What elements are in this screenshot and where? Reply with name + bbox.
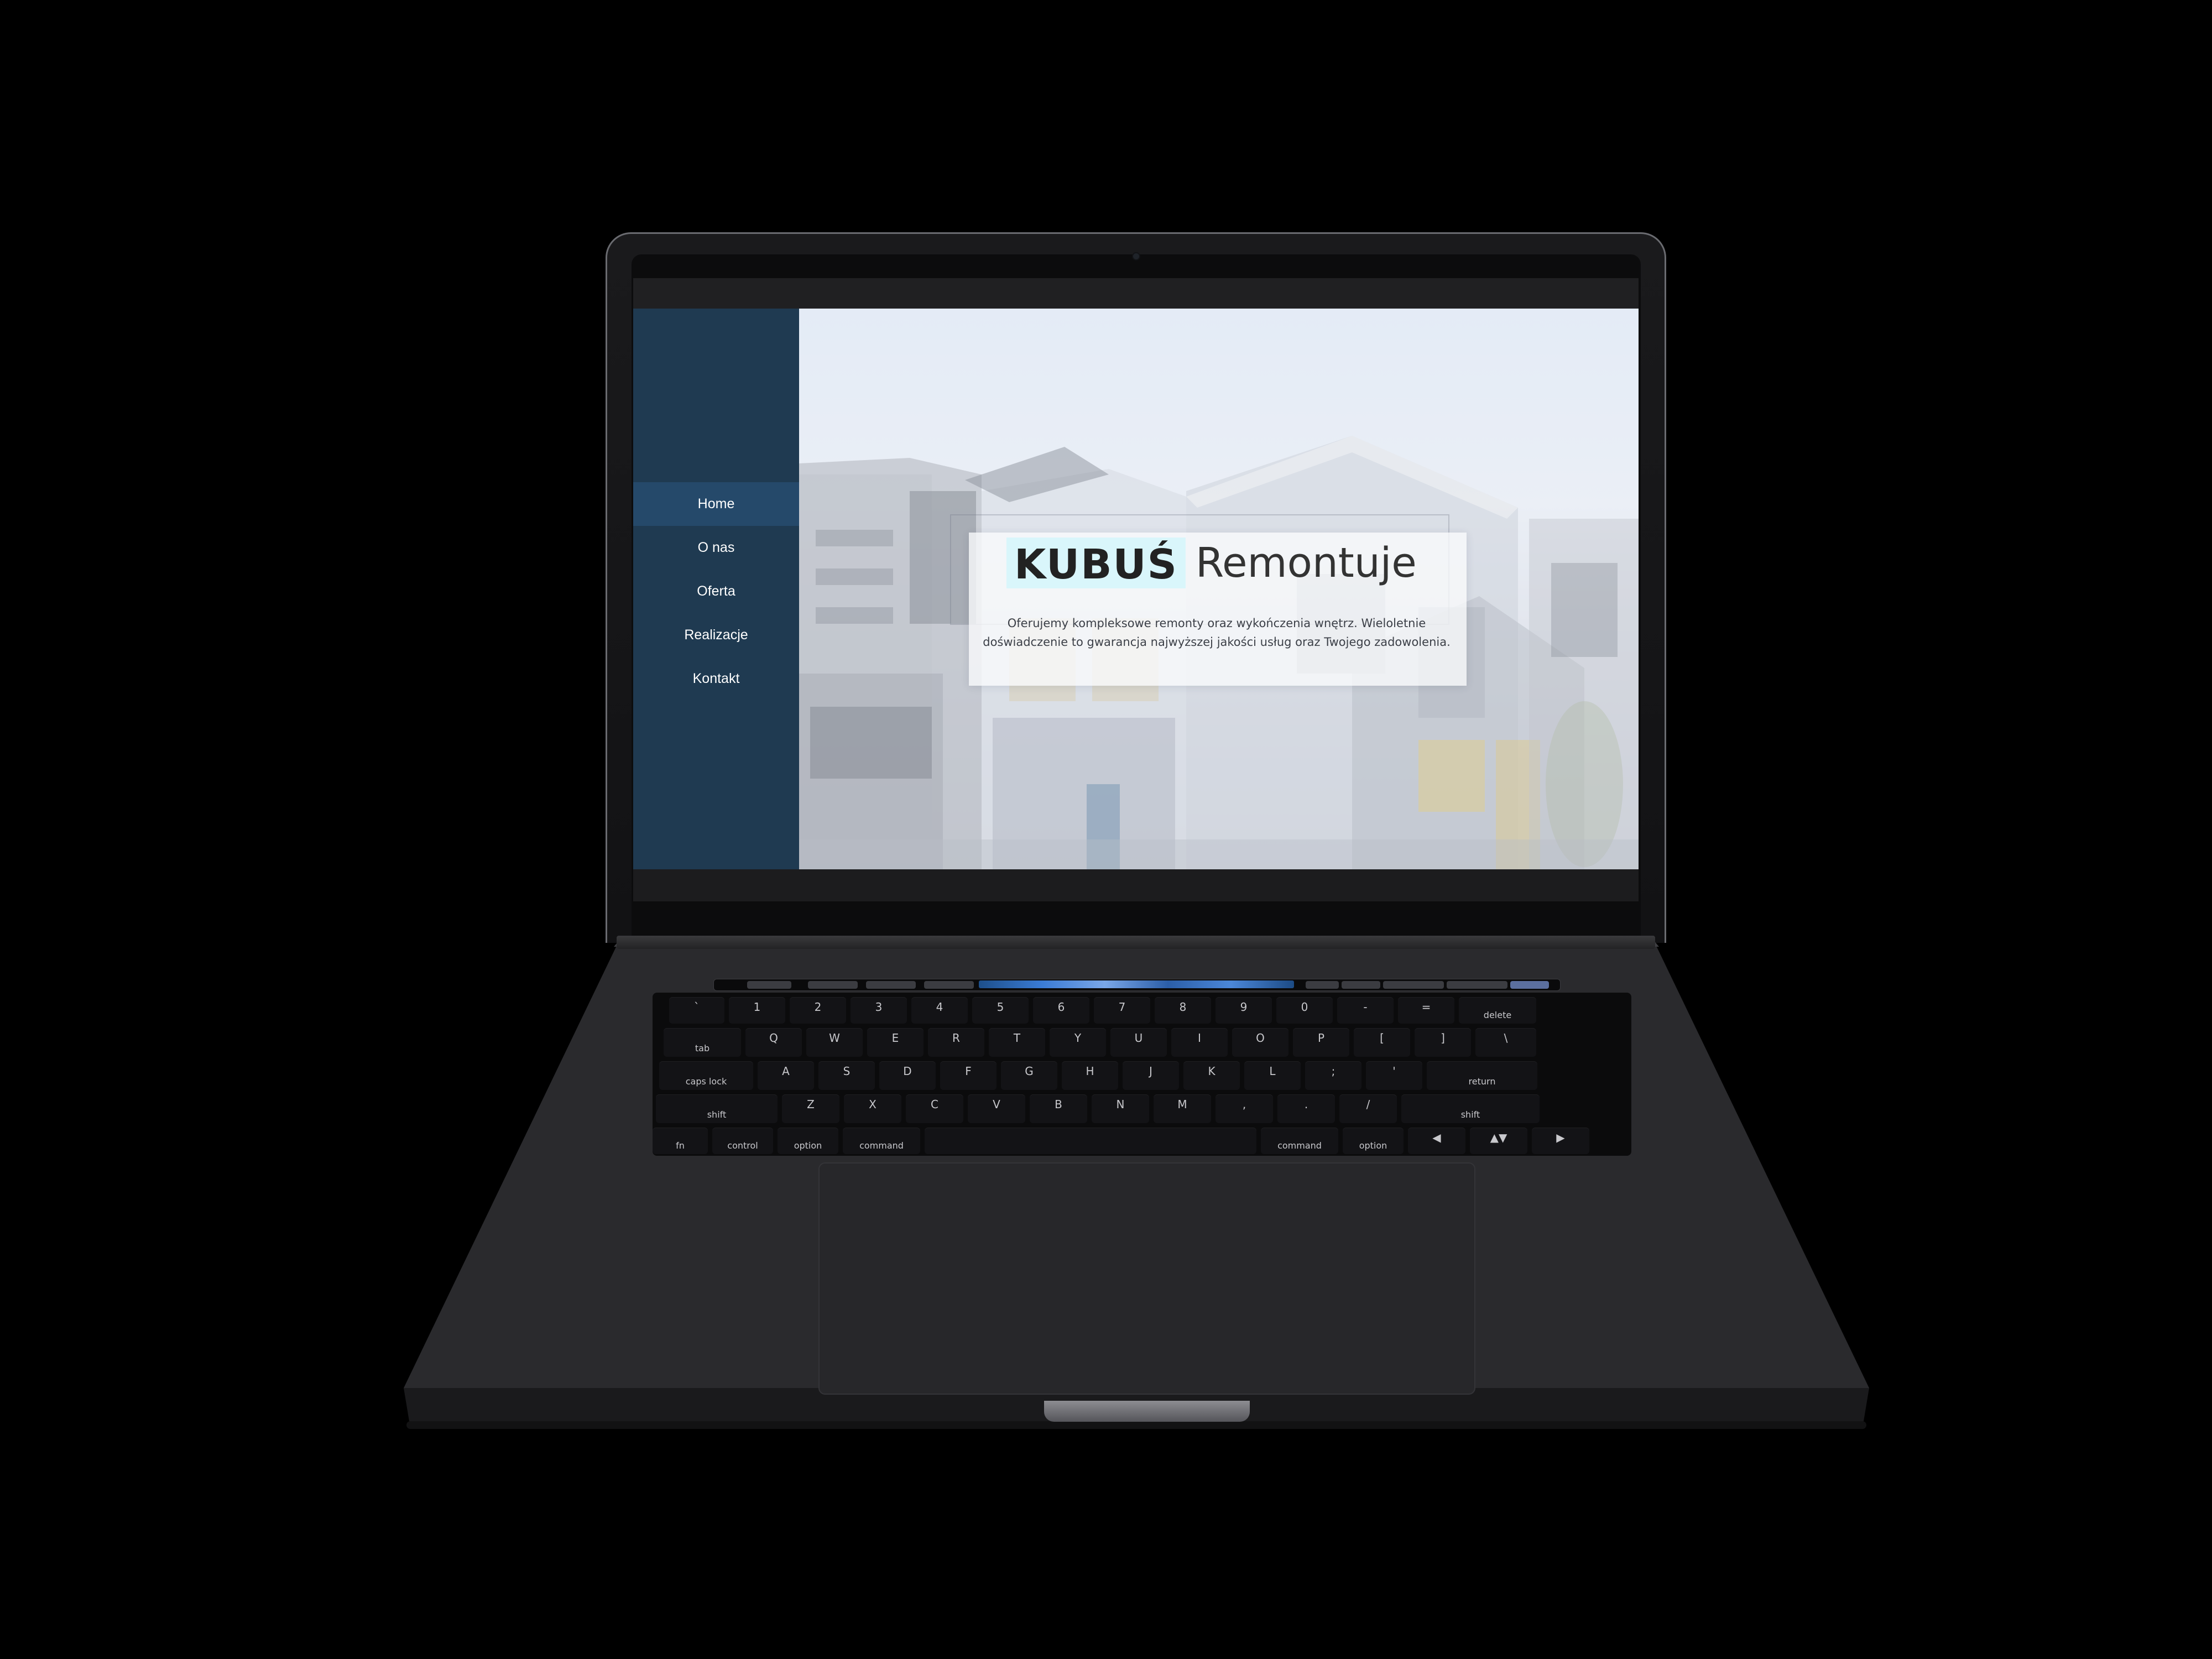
touchbar-heart-icon[interactable] [808,981,858,989]
touchbar-volume-icon[interactable] [1383,981,1444,989]
key-o[interactable]: O [1232,1028,1288,1057]
keyboard: ` 1 2 3 4 5 6 7 8 9 0 - = delete tab Q W… [653,993,1631,1156]
key-e[interactable]: E [867,1028,924,1057]
key-0[interactable]: 0 [1276,997,1333,1024]
touchbar-mute-icon[interactable] [1447,981,1507,989]
key-p[interactable]: P [1293,1028,1349,1057]
key-tab[interactable]: tab [664,1028,741,1057]
key-g[interactable]: G [1001,1061,1057,1090]
key-i[interactable]: I [1171,1028,1228,1057]
key-arrow-left[interactable]: ◀ [1408,1128,1465,1154]
key-option-left[interactable]: option [778,1128,838,1154]
key-f[interactable]: F [940,1061,997,1090]
key-x[interactable]: X [844,1094,901,1123]
key-control[interactable]: control [712,1128,773,1154]
key-j[interactable]: J [1123,1061,1179,1090]
key-7[interactable]: 7 [1094,997,1150,1024]
lid-notch [1044,1401,1250,1422]
touchbar-tab-thumbnails[interactable] [979,980,1294,988]
key-quote[interactable]: ' [1366,1061,1422,1090]
key-q[interactable]: Q [745,1028,802,1057]
key-w[interactable]: W [806,1028,863,1057]
touchbar-esc[interactable] [747,981,791,989]
key-9[interactable]: 9 [1215,997,1272,1024]
key-arrow-right[interactable]: ▶ [1532,1128,1589,1154]
key-return[interactable]: return [1427,1061,1537,1090]
key-z[interactable]: Z [782,1094,839,1123]
key-backtick[interactable]: ` [669,997,724,1024]
key-8[interactable]: 8 [1155,997,1211,1024]
key-5[interactable]: 5 [972,997,1029,1024]
trackpad[interactable] [818,1162,1475,1395]
key-2[interactable]: 2 [790,997,846,1024]
key-n[interactable]: N [1092,1094,1149,1123]
touchbar-siri-icon[interactable] [1510,981,1549,989]
key-left-bracket[interactable]: [ [1354,1028,1410,1057]
key-slash[interactable]: / [1339,1094,1397,1123]
key-delete[interactable]: delete [1459,997,1536,1024]
key-6[interactable]: 6 [1033,997,1089,1024]
key-shift-left[interactable]: shift [656,1094,778,1123]
key-r[interactable]: R [928,1028,984,1057]
key-minus[interactable]: - [1337,997,1394,1024]
key-period[interactable]: . [1277,1094,1335,1123]
key-equals[interactable]: = [1398,997,1454,1024]
key-command-left[interactable]: command [843,1128,920,1154]
touchbar-brightness-icon[interactable] [1342,981,1380,989]
key-shift-right[interactable]: shift [1401,1094,1540,1123]
key-3[interactable]: 3 [851,997,907,1024]
key-m[interactable]: M [1154,1094,1211,1123]
touchbar-chevron-left-icon[interactable] [1306,981,1339,989]
key-comma[interactable]: , [1215,1094,1273,1123]
key-fn[interactable]: fn [653,1128,708,1154]
key-k[interactable]: K [1183,1061,1240,1090]
touchbar-tabs-icon[interactable] [924,981,974,989]
touchbar-share-icon[interactable] [866,981,916,989]
key-4[interactable]: 4 [911,997,968,1024]
key-option-right[interactable]: option [1343,1128,1404,1154]
key-arrow-up-down[interactable]: ▲▼ [1470,1128,1527,1154]
key-v[interactable]: V [968,1094,1025,1123]
key-c[interactable]: C [906,1094,963,1123]
key-right-bracket[interactable]: ] [1415,1028,1471,1057]
key-t[interactable]: T [989,1028,1045,1057]
key-s[interactable]: S [818,1061,875,1090]
key-caps-lock[interactable]: caps lock [659,1061,753,1090]
key-y[interactable]: Y [1050,1028,1106,1057]
key-1[interactable]: 1 [729,997,785,1024]
key-command-right[interactable]: command [1261,1128,1338,1154]
key-semicolon[interactable]: ; [1305,1061,1361,1090]
key-d[interactable]: D [879,1061,936,1090]
hinge [617,936,1655,949]
key-u[interactable]: U [1110,1028,1167,1057]
key-a[interactable]: A [758,1061,814,1090]
key-space[interactable] [925,1128,1256,1154]
key-l[interactable]: L [1244,1061,1301,1090]
key-b[interactable]: B [1030,1094,1087,1123]
key-backslash[interactable]: \ [1475,1028,1536,1057]
key-h[interactable]: H [1062,1061,1118,1090]
